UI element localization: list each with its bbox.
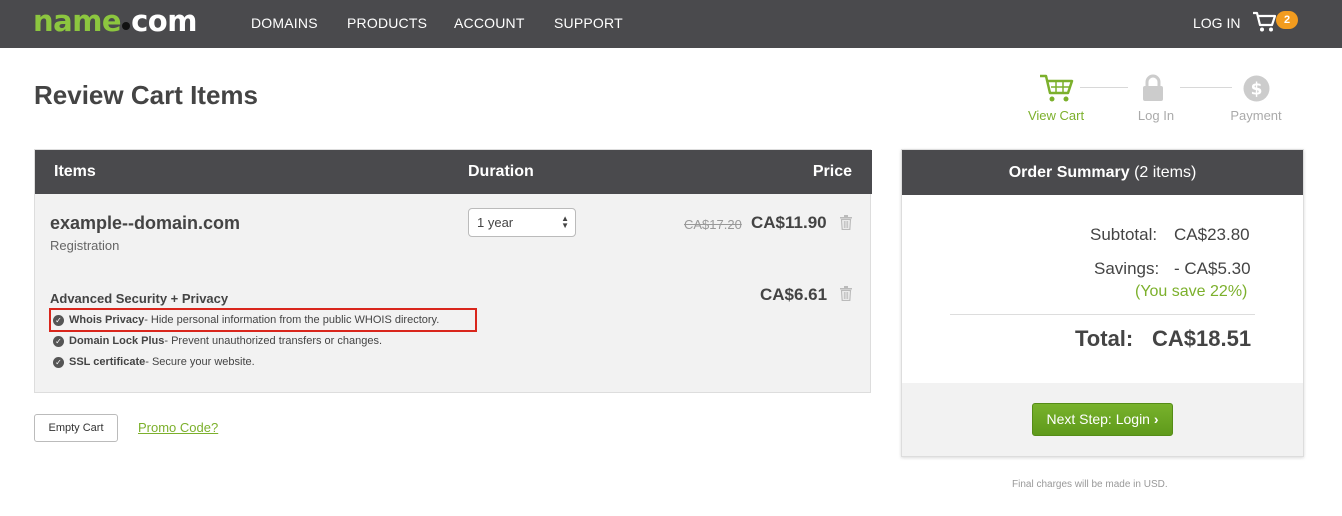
check-circle-icon: ✓ — [53, 314, 64, 326]
step-view-cart-label: View Cart — [1027, 108, 1085, 123]
trash-icon[interactable] — [840, 215, 852, 230]
feature-whois-privacy: ✓ Whois Privacy - Hide personal informat… — [53, 314, 439, 326]
check-circle-icon: ✓ — [53, 356, 64, 368]
cart-icon[interactable] — [1252, 11, 1276, 33]
cart-items-panel: Items Duration Price example--domain.com… — [34, 149, 872, 393]
select-arrows-icon: ▲ ▼ — [561, 214, 569, 230]
promo-code-link[interactable]: Promo Code? — [138, 420, 218, 435]
feature-name: SSL certificate — [69, 356, 146, 368]
feature-description: - Prevent unauthorized transfers or chan… — [164, 335, 383, 347]
top-navigation-bar: name com DOMAINS PRODUCTS ACCOUNT SUPPOR… — [0, 0, 1342, 48]
domain-price: CA$11.90 — [751, 213, 827, 232]
total-label: Total: — [1075, 326, 1134, 351]
chevron-right-icon: › — [1153, 411, 1159, 427]
subtotal-value: CA$23.80 — [1174, 225, 1250, 244]
cart-icon — [1040, 74, 1074, 102]
name-com-logo[interactable]: name com — [33, 4, 197, 40]
nav-domains[interactable]: DOMAINS — [251, 15, 318, 31]
svg-text:$: $ — [1251, 80, 1263, 100]
order-summary-header: Order Summary (2 items) — [902, 150, 1303, 195]
feature-description: - Hide personal information from the pub… — [144, 314, 440, 326]
order-item-count: (2 items) — [1129, 164, 1197, 181]
addon-title: Advanced Security + Privacy — [50, 291, 229, 306]
logo-name-text: name — [33, 4, 122, 38]
savings-percent-note: (You save 22%) — [1135, 283, 1248, 300]
original-price: CA$17.20 — [684, 217, 742, 232]
feature-ssl-certificate: ✓ SSL certificate - Secure your website. — [53, 356, 255, 368]
items-column-header: Items — [54, 163, 96, 180]
step-payment-label: Payment — [1230, 108, 1282, 123]
savings-label: Savings: — [1094, 259, 1160, 278]
duration-select[interactable]: 1 year ▲ ▼ — [468, 208, 576, 237]
usd-charges-note: Final charges will be made in USD. — [1012, 479, 1168, 490]
cart-count-badge[interactable]: 2 — [1276, 11, 1298, 29]
logo-dot — [122, 22, 131, 30]
nav-products[interactable]: PRODUCTS — [347, 15, 427, 31]
duration-column-header: Duration — [468, 163, 534, 180]
check-circle-icon: ✓ — [53, 335, 64, 347]
next-step-label: Next Step: Login — [1046, 411, 1150, 427]
total-value: CA$18.51 — [1152, 326, 1252, 351]
subtotal-label: Subtotal: — [1090, 225, 1158, 244]
feature-description: - Secure your website. — [145, 356, 255, 368]
dollar-icon: $ — [1243, 75, 1270, 102]
cart-table-header: Items Duration Price — [35, 150, 872, 194]
trash-icon[interactable] — [840, 286, 852, 301]
price-column-header: Price — [812, 163, 852, 180]
domain-name: example--domain.com — [50, 213, 241, 233]
summary-divider — [950, 314, 1255, 315]
order-summary-title: Order Summary — [1008, 164, 1130, 181]
step-connector — [1080, 87, 1128, 88]
domain-item-type: Registration — [50, 238, 120, 253]
addon-price: CA$6.61 — [760, 285, 828, 304]
feature-name: Domain Lock Plus — [69, 335, 165, 347]
login-link[interactable]: LOG IN — [1193, 15, 1240, 31]
feature-name: Whois Privacy — [69, 314, 145, 326]
summary-footer: Next Step: Login › — [902, 383, 1303, 456]
logo-com-text: com — [131, 4, 197, 38]
lock-icon — [1143, 74, 1163, 101]
feature-domain-lock-plus: ✓ Domain Lock Plus - Prevent unauthorize… — [53, 335, 382, 347]
empty-cart-button[interactable]: Empty Cart — [34, 414, 118, 442]
savings-value: - CA$5.30 — [1174, 259, 1251, 278]
next-step-login-button[interactable]: Next Step: Login › — [1032, 403, 1173, 436]
step-connector — [1180, 87, 1232, 88]
nav-support[interactable]: SUPPORT — [554, 15, 623, 31]
order-summary-panel: Order Summary (2 items) Next Step: Login… — [901, 149, 1304, 457]
page-title: Review Cart Items — [34, 80, 258, 110]
nav-account[interactable]: ACCOUNT — [454, 15, 525, 31]
step-log-in-label: Log In — [1137, 108, 1175, 123]
duration-selected-value: 1 year — [477, 215, 514, 230]
